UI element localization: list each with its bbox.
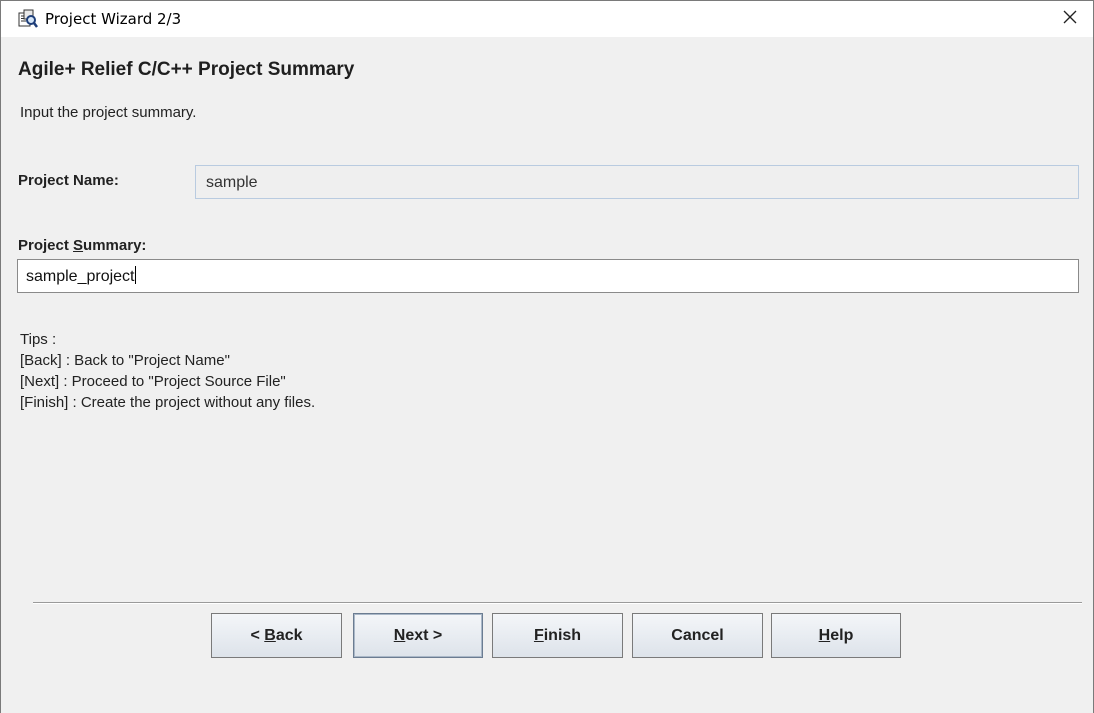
text-caret: [134, 266, 136, 284]
cancel-button[interactable]: Cancel: [632, 613, 763, 658]
back-button[interactable]: < Back: [211, 613, 342, 658]
project-summary-input[interactable]: sample_project: [17, 259, 1079, 293]
cancel-button-label: Cancel: [671, 626, 724, 644]
help-button-mnemonic: H: [818, 626, 831, 644]
project-name-label: Project Name:: [18, 172, 119, 189]
window-title: Project Wizard 2/3: [45, 10, 182, 28]
next-button-suffix: ext >: [405, 626, 443, 644]
wizard-window: Project Wizard 2/3 Agile+ Relief C/C++ P…: [0, 0, 1094, 713]
back-button-suffix: ack: [275, 626, 303, 644]
help-button[interactable]: Help: [771, 613, 901, 658]
project-summary-label: Project Summary:: [18, 237, 146, 254]
project-summary-label-suffix: ummary:: [83, 237, 147, 254]
next-button-mnemonic: N: [393, 626, 406, 644]
close-button[interactable]: [1047, 1, 1093, 37]
project-summary-label-mnemonic: S: [73, 237, 84, 254]
next-button[interactable]: Next >: [353, 613, 483, 658]
title-bar: Project Wizard 2/3: [1, 1, 1093, 37]
tip-next: [Next] : Proceed to "Project Source File…: [20, 373, 286, 390]
close-icon: [1062, 9, 1078, 30]
page-description: Input the project summary.: [20, 104, 197, 121]
tips-panel: Tips : [Back] : Back to "Project Name" […: [20, 329, 315, 413]
project-name-field: sample: [195, 165, 1079, 199]
tip-finish: [Finish] : Create the project without an…: [20, 394, 316, 411]
button-separator: [33, 602, 1082, 604]
finish-button-suffix: inish: [543, 626, 582, 644]
wizard-app-icon: [18, 9, 38, 29]
project-summary-label-prefix: Project: [18, 237, 74, 254]
tip-back: [Back] : Back to "Project Name": [20, 352, 230, 369]
back-button-mnemonic: B: [264, 626, 276, 644]
help-button-suffix: elp: [830, 626, 854, 644]
page-heading: Agile+ Relief C/C++ Project Summary: [18, 59, 355, 80]
finish-button-mnemonic: F: [533, 626, 544, 644]
finish-button[interactable]: Finish: [492, 613, 623, 658]
back-button-prefix: <: [250, 626, 265, 644]
tips-title: Tips :: [20, 331, 57, 348]
project-summary-value: sample_project: [26, 268, 135, 285]
